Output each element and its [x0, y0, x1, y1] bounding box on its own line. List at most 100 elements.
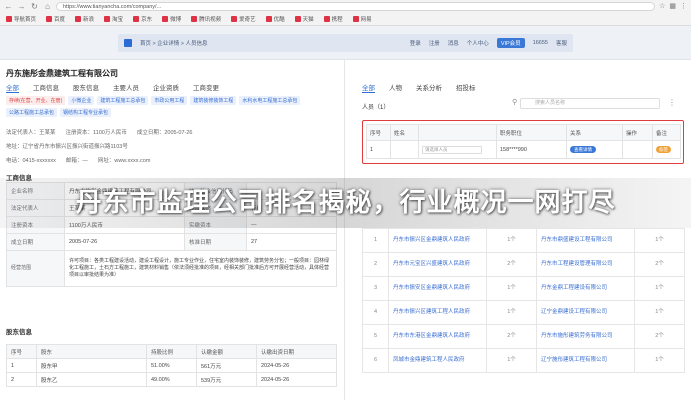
tab-company[interactable]: 企业资质 — [153, 82, 179, 93]
column-header: 职务职位 — [496, 124, 567, 141]
list-count: 2个 — [486, 252, 537, 277]
list-company-link[interactable]: 丹东市鼎盛建设工程有限公司 — [536, 228, 635, 253]
extensions-icon[interactable]: ▦ — [669, 2, 676, 10]
bookmark-item[interactable]: 导航首页 — [6, 15, 36, 23]
cell-pct: 49.00% — [146, 372, 197, 387]
header-link-messages[interactable]: 消息 — [448, 39, 459, 47]
address-bar[interactable]: https://www.tianyancha.com/company/... — [56, 1, 656, 11]
row-action-cell: 查看详情 — [566, 140, 623, 159]
column-header: 认缴出资日期 — [256, 344, 337, 359]
founded-date: 成立日期：2005-07-26 — [136, 130, 193, 136]
tab-company[interactable]: 工商变更 — [193, 82, 219, 93]
tab-company[interactable]: 工商信息 — [33, 82, 59, 93]
cell-name[interactable]: 股东甲 — [36, 358, 147, 373]
list-org-link[interactable]: 丹东市元宝区兴盛建筑人民政府 — [388, 252, 487, 277]
list-org-link[interactable]: 丹东市振安区金鼎建筑人民政府 — [388, 276, 487, 301]
breadcrumb[interactable]: 首页 > 企业详情 > 人员信息 — [140, 39, 208, 47]
home-icon[interactable]: ⌂ — [43, 2, 52, 11]
company-tag: 建筑工程施工总承包 — [97, 96, 149, 105]
cell-amt: 539万元 — [196, 372, 257, 387]
bookmark-label: 京东 — [141, 17, 153, 23]
tab-people[interactable]: 招投标 — [456, 82, 476, 93]
list-item[interactable]: 4 丹东市振兴区建筑工程人民政府 1个 辽宁金鼎建设工程有限公司 1个 — [362, 300, 685, 325]
bookmark-item[interactable]: 优酷 — [265, 15, 285, 23]
bookmark-icon — [75, 16, 82, 22]
bookmark-item[interactable]: 微博 — [162, 15, 181, 23]
bookmark-label: 优酷 — [273, 17, 285, 23]
view-detail-button[interactable]: 查看详情 — [570, 146, 596, 153]
bookmark-item[interactable]: 网易 — [352, 15, 372, 23]
bookmark-label: 新浪 — [83, 17, 95, 23]
column-header: 关系 — [566, 124, 623, 141]
cell-name[interactable]: 股东乙 — [36, 372, 147, 387]
table-row[interactable]: 1 股东甲 51.00% 561万元 2024-05-26 — [6, 358, 337, 373]
bookmark-item[interactable]: 京东 — [133, 15, 152, 23]
vip-button[interactable]: VIP会员 — [496, 38, 525, 48]
forward-icon[interactable]: → — [17, 2, 26, 11]
list-item[interactable]: 3 丹东市振安区金鼎建筑人民政府 1个 丹东金鼎工程建设有限公司 1个 — [362, 276, 685, 301]
header-service-link[interactable]: 客服 — [556, 39, 567, 47]
list-company-link[interactable]: 辽宁施彤建筑工程有限公司 — [536, 348, 635, 373]
list-company-link[interactable]: 丹东市施彤建筑劳务有限公司 — [536, 324, 635, 349]
list-org-link[interactable]: 凤城市金鼎建筑工程人民政府 — [388, 348, 487, 373]
table-row[interactable]: 2 股东乙 49.00% 539万元 2024-05-26 — [6, 372, 337, 387]
bookmark-icon — [104, 16, 111, 22]
list-count: 1个 — [486, 228, 537, 253]
bookmark-item[interactable]: 淘宝 — [104, 15, 123, 23]
tab-people[interactable]: 全部 — [362, 82, 375, 93]
list-org-link[interactable]: 丹东市振兴区建筑工程人民政府 — [388, 300, 487, 325]
company-tag: 存续(在营、开业、在册) — [6, 96, 66, 105]
back-icon[interactable]: ← — [4, 2, 13, 11]
bookmark-icon — [352, 16, 359, 22]
tab-people[interactable]: 人物 — [389, 82, 402, 93]
bookmark-item[interactable]: 百度 — [46, 15, 65, 23]
tab-company[interactable]: 主要人员 — [113, 82, 139, 93]
header-link-register[interactable]: 注册 — [429, 39, 440, 47]
star-icon[interactable]: ☆ — [659, 2, 665, 10]
bookmark-icon — [323, 16, 330, 22]
reload-icon[interactable]: ↻ — [30, 2, 39, 11]
more-icon[interactable]: ⋮ — [668, 98, 676, 107]
company-tag: 公路工程施工总承包 — [6, 108, 58, 117]
list-item[interactable]: 2 丹东市元宝区兴盛建筑人民政府 2个 丹东市工程建设管理有限公司 2个 — [362, 252, 685, 277]
list-company-link[interactable]: 辽宁金鼎建设工程有限公司 — [536, 300, 635, 325]
overlay-title: 丹东市监理公司排名揭秘，行业概况一网打尽 — [75, 188, 616, 218]
list-org-link[interactable]: 丹东市东港区金鼎建筑人民政府 — [388, 324, 487, 349]
tab-company[interactable]: 全部 — [6, 82, 19, 93]
bookmark-item[interactable]: 爱奇艺 — [231, 15, 256, 23]
search-icon[interactable]: ⚲ — [512, 98, 517, 106]
table-row[interactable]: 1 请选择人员 158****990 查看详情 标签 — [366, 140, 681, 159]
menu-icon[interactable]: ⋮ — [680, 2, 687, 10]
list-count: 2个 — [634, 324, 685, 349]
tab-people[interactable]: 关系分析 — [416, 82, 442, 93]
list-item[interactable]: 6 凤城市金鼎建筑工程人民政府 1个 辽宁施彤建筑工程有限公司 1个 — [362, 348, 685, 373]
bookmark-item[interactable]: 携程 — [323, 15, 343, 23]
list-company-link[interactable]: 丹东金鼎工程建设有限公司 — [536, 276, 635, 301]
person-select[interactable]: 请选择人员 — [422, 145, 482, 154]
address-row: ← → ↻ ⌂ https://www.tianyancha.com/compa… — [0, 0, 691, 12]
header-links: 登录 注册 消息 个人中心 VIP会员 16655 客服 — [410, 38, 567, 48]
business-scope: 许可项目：各类工程建设活动，建设工程设计，施工专业作业，住宅室内装饰装修，建筑劳… — [64, 250, 337, 287]
people-tabs: 全部 人物 关系分析 招投标 — [362, 82, 476, 93]
people-search-input[interactable]: 搜索人员名称 — [520, 98, 660, 109]
field-value: 27 — [246, 233, 337, 251]
header-link-login[interactable]: 登录 — [410, 39, 421, 47]
bookmark-item[interactable]: 腾讯视频 — [191, 15, 221, 23]
list-org-link[interactable]: 丹东市振兴区金鼎建筑人民政府 — [388, 228, 487, 253]
bookmark-item[interactable]: 新浪 — [75, 15, 94, 23]
people-list-title: 人员（1） — [362, 105, 390, 111]
bookmark-item[interactable]: 天猫 — [294, 15, 314, 23]
header-link-profile[interactable]: 个人中心 — [467, 39, 489, 47]
field-label: 核准日期 — [184, 233, 247, 251]
company-panel: 丹东施彤金鼎建筑工程有限公司 全部 工商信息 股东信息 主要人员 企业资质 工商变更 存续… — [0, 60, 345, 400]
list-item[interactable]: 5 丹东市东港区金鼎建筑人民政府 2个 丹东市施彤建筑劳务有限公司 2个 — [362, 324, 685, 349]
list-item[interactable]: 1 丹东市振兴区金鼎建筑人民政府 1个 丹东市鼎盛建设工程有限公司 1个 — [362, 228, 685, 253]
bookmark-icon — [294, 16, 301, 22]
tab-company[interactable]: 股东信息 — [73, 82, 99, 93]
bookmark-label: 爱奇艺 — [239, 17, 256, 23]
list-company-link[interactable]: 丹东市工程建设管理有限公司 — [536, 252, 635, 277]
tag-badge[interactable]: 标签 — [656, 146, 671, 153]
company-website[interactable]: 网址：www.xxxx.com — [98, 156, 151, 164]
list-count: 1个 — [634, 300, 685, 325]
site-logo-icon[interactable] — [124, 39, 132, 47]
